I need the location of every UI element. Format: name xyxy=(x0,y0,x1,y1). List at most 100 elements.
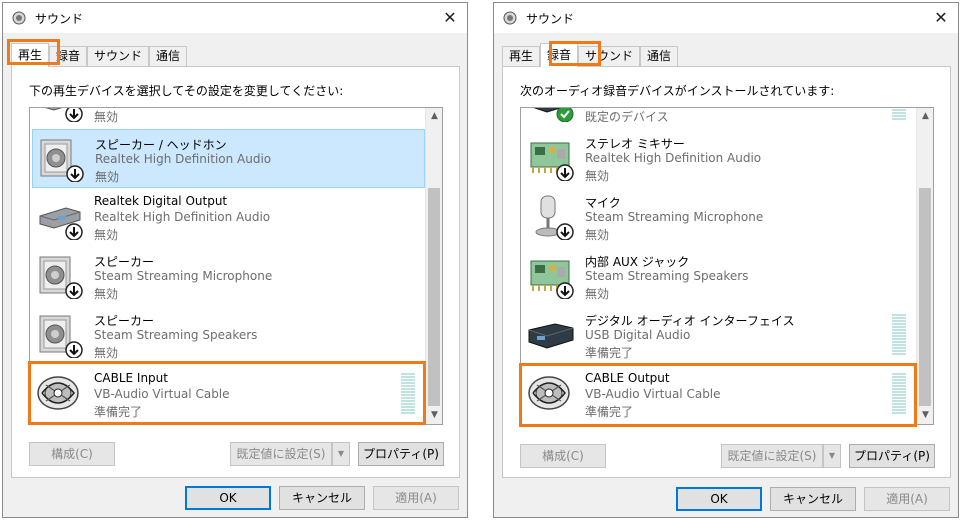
tab-sounds[interactable]: サウンド xyxy=(578,46,641,67)
properties-button[interactable]: プロパティ(P) xyxy=(358,442,444,466)
tab-playback[interactable]: 再生 xyxy=(502,46,541,67)
device-status: 準備完了 xyxy=(94,405,143,419)
device-item[interactable]: スピーカー / ヘッドホン Realtek High Definition Au… xyxy=(32,129,425,188)
properties-button[interactable]: プロパティ(P) xyxy=(849,444,935,468)
tab-strip: 再生 録音 サウンド 通信 xyxy=(11,43,188,67)
device-item[interactable]: マイク Steam Streaming Microphone 無効 xyxy=(523,188,916,247)
sound-dialog-recording: サウンド ✕ 再生 録音 サウンド 通信 次のオーディオ録音デバイスがインストー… xyxy=(493,2,959,518)
speaker-device-icon xyxy=(40,139,84,182)
device-name: CABLE Output xyxy=(585,371,670,385)
virtual-cable-device-icon xyxy=(528,376,570,410)
set-default-dropdown-icon[interactable]: ▼ xyxy=(332,442,350,466)
scroll-down-icon[interactable]: ▼ xyxy=(917,407,933,424)
device-description: Realtek High Definition Audio xyxy=(94,210,271,224)
apply-button[interactable]: 適用(A) xyxy=(864,487,950,511)
device-list[interactable]: 無効 スピーカー / ヘッドホン Realtek High Definition… xyxy=(29,107,443,425)
device-name: スピーカー xyxy=(94,314,155,328)
speaker-device-icon xyxy=(39,256,83,299)
configure-button[interactable]: 構成(C) xyxy=(29,442,115,466)
device-status: 無効 xyxy=(94,228,119,242)
device-name: Realtek Digital Output xyxy=(94,194,228,208)
device-status: 無効 xyxy=(585,228,610,242)
device-item[interactable]: 無効 xyxy=(32,108,425,129)
device-description: VB-Audio Virtual Cable xyxy=(585,387,721,401)
instruction-text: 次のオーディオ録音デバイスがインストールされています: xyxy=(520,84,835,98)
scroll-up-icon[interactable]: ▲ xyxy=(917,108,933,125)
cancel-button[interactable]: キャンセル xyxy=(279,486,365,510)
close-button[interactable]: ✕ xyxy=(439,7,461,29)
digital-output-device-icon xyxy=(39,207,83,240)
level-meter xyxy=(892,108,906,120)
device-name: スピーカー / ヘッドホン xyxy=(95,138,227,152)
scrollbar[interactable]: ▲ ▼ xyxy=(425,108,442,424)
set-default-button[interactable]: 既定値に設定(S) xyxy=(721,444,823,468)
device-item[interactable]: スピーカー Steam Streaming Speakers 無効 xyxy=(32,306,425,365)
tab-playback[interactable]: 再生 xyxy=(11,43,50,67)
scroll-thumb[interactable] xyxy=(428,188,440,406)
device-description: Steam Streaming Speakers xyxy=(94,328,258,342)
window-title: サウンド xyxy=(526,11,575,26)
tab-panel: 下の再生デバイスを選択してその設定を変更してください: 無効 スピーカー / ヘ… xyxy=(11,66,460,478)
device-description: VB-Audio Virtual Cable xyxy=(94,387,230,401)
microphone-device-icon xyxy=(528,108,574,122)
cancel-button[interactable]: キャンセル xyxy=(770,487,856,511)
ok-button[interactable]: OK xyxy=(676,487,762,511)
title-bar: サウンド ✕ xyxy=(3,3,467,33)
tab-communications[interactable]: 通信 xyxy=(640,46,679,67)
device-item[interactable]: デジタル オーディオ インターフェイス USB Digital Audio 準備… xyxy=(523,306,916,365)
scroll-thumb[interactable] xyxy=(919,188,931,406)
device-status: 無効 xyxy=(95,170,120,184)
device-status: 無効 xyxy=(94,287,119,301)
sound-app-icon xyxy=(12,11,26,25)
speaker-device-icon xyxy=(39,108,83,122)
virtual-cable-device-icon xyxy=(37,376,79,410)
device-item[interactable]: CABLE Input VB-Audio Virtual Cable 準備完了 xyxy=(32,365,425,424)
tab-recording[interactable]: 録音 xyxy=(49,46,88,67)
configure-button[interactable]: 構成(C) xyxy=(520,444,606,468)
tab-strip: 再生 録音 サウンド 通信 xyxy=(502,43,679,67)
tab-sounds[interactable]: サウンド xyxy=(87,46,150,67)
device-name: CABLE Input xyxy=(94,371,168,385)
title-bar: サウンド ✕ xyxy=(494,3,958,33)
device-description: Steam Streaming Speakers xyxy=(585,269,749,283)
device-item[interactable]: 内部 AUX ジャック Steam Streaming Speakers 無効 xyxy=(523,247,916,306)
sound-card-device-icon xyxy=(530,260,574,299)
close-button[interactable]: ✕ xyxy=(930,7,952,29)
scroll-up-icon[interactable]: ▲ xyxy=(426,108,442,125)
scroll-down-icon[interactable]: ▼ xyxy=(426,407,442,424)
device-status: 準備完了 xyxy=(585,405,634,419)
microphone-device-icon xyxy=(534,194,574,240)
level-meter xyxy=(892,373,906,415)
level-meter xyxy=(892,314,906,356)
device-item[interactable]: CABLE Output VB-Audio Virtual Cable 準備完了 xyxy=(523,365,916,424)
device-list[interactable]: 既定のデバイス ステレオ ミキサー Realtek High Definitio… xyxy=(520,107,934,425)
device-name: スピーカー xyxy=(94,255,155,269)
ok-button[interactable]: OK xyxy=(185,486,271,510)
device-description: Steam Streaming Microphone xyxy=(585,210,764,224)
tab-communications[interactable]: 通信 xyxy=(149,46,188,67)
device-name: 内部 AUX ジャック xyxy=(585,255,690,269)
device-item[interactable]: ステレオ ミキサー Realtek High Definition Audio … xyxy=(523,129,916,188)
device-status: 無効 xyxy=(94,110,119,124)
sound-app-icon xyxy=(503,11,517,25)
instruction-text: 下の再生デバイスを選択してその設定を変更してください: xyxy=(29,84,344,98)
device-status: 無効 xyxy=(585,169,610,183)
device-description: Realtek High Definition Audio xyxy=(95,152,272,166)
device-item[interactable]: スピーカー Steam Streaming Microphone 無効 xyxy=(32,247,425,306)
set-default-button[interactable]: 既定値に設定(S) xyxy=(230,442,332,466)
sound-dialog-playback: サウンド ✕ 再生 録音 サウンド 通信 下の再生デバイスを選択してその設定を変… xyxy=(2,2,468,518)
device-description: USB Digital Audio xyxy=(585,328,691,342)
device-item[interactable]: Realtek Digital Output Realtek High Defi… xyxy=(32,188,425,247)
device-status: 既定のデバイス xyxy=(585,110,669,124)
scrollbar[interactable]: ▲ ▼ xyxy=(916,108,933,424)
window-title: サウンド xyxy=(35,11,84,26)
usb-audio-device-icon xyxy=(528,323,574,349)
device-name: ステレオ ミキサー xyxy=(585,137,685,151)
sound-card-device-icon xyxy=(530,142,574,181)
set-default-dropdown-icon[interactable]: ▼ xyxy=(823,444,841,468)
apply-button[interactable]: 適用(A) xyxy=(373,486,459,510)
tab-recording[interactable]: 録音 xyxy=(540,43,579,67)
speaker-device-icon xyxy=(39,315,83,358)
device-name: デジタル オーディオ インターフェイス xyxy=(585,314,795,328)
device-item[interactable]: 既定のデバイス xyxy=(523,108,916,129)
